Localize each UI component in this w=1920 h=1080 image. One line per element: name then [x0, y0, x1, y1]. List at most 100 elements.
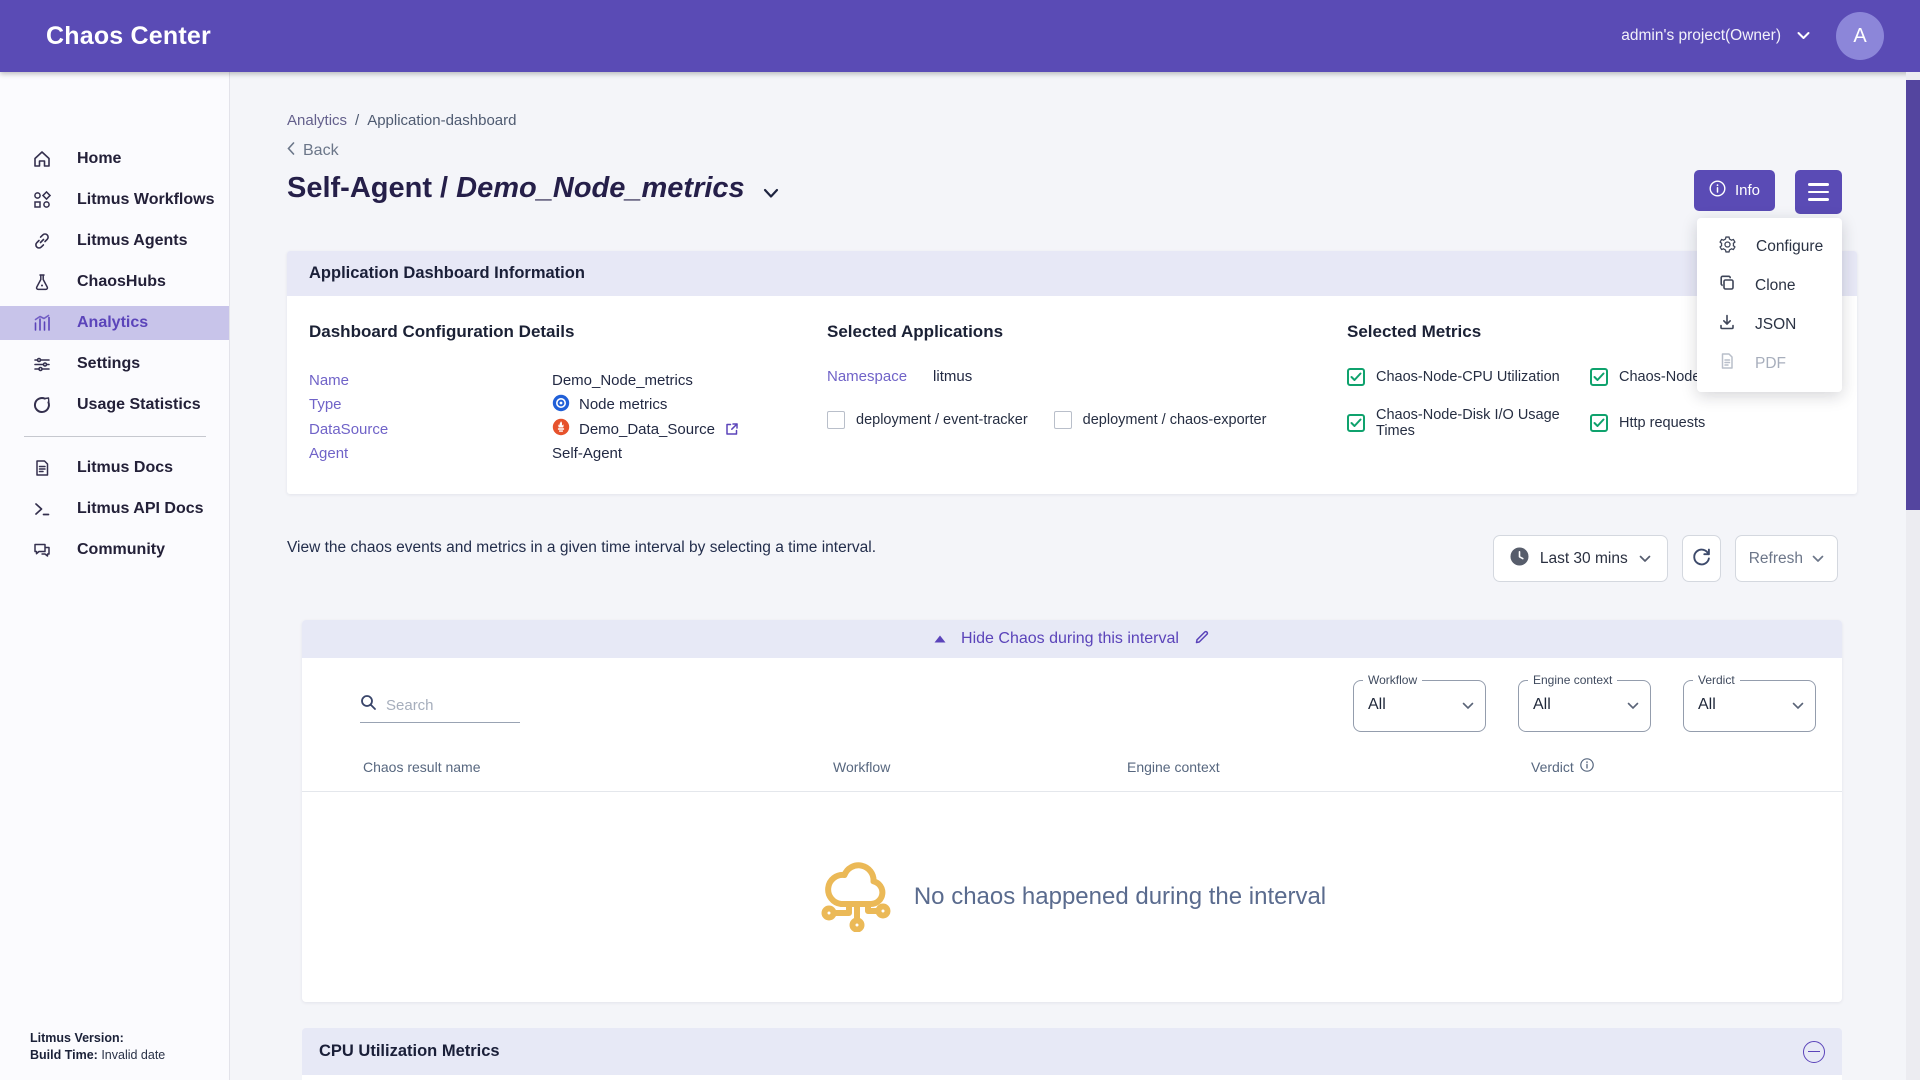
config-value-datasource: Demo_Data_Source: [552, 418, 827, 440]
hide-chaos-toggle[interactable]: Hide Chaos during this interval: [302, 620, 1842, 658]
workflows-icon: [31, 190, 52, 211]
file-icon: [1718, 352, 1736, 375]
breadcrumb-separator: /: [355, 112, 359, 129]
checkbox-metric-cpu-utilization[interactable]: Chaos-Node-CPU Utilization: [1347, 368, 1590, 386]
chevron-down-icon: [1639, 550, 1651, 568]
refresh-icon: [1691, 546, 1712, 572]
sidebar-item-litmus-workflows[interactable]: Litmus Workflows: [0, 183, 229, 217]
collapse-minus-icon[interactable]: [1803, 1041, 1825, 1063]
gear-icon: [1718, 235, 1737, 259]
menu-item-json[interactable]: JSON: [1697, 305, 1842, 344]
info-circle-icon[interactable]: [1580, 758, 1594, 775]
back-button[interactable]: Back: [287, 142, 1857, 160]
sidebar-divider: [24, 436, 206, 437]
page-title: Self-Agent / Demo_Node_metrics: [287, 170, 779, 207]
chaos-table-header: Chaos result name Workflow Engine contex…: [302, 758, 1842, 792]
app-title: Chaos Center: [46, 22, 211, 51]
sidebar-item-usage-statistics[interactable]: Usage Statistics: [0, 388, 229, 422]
sidebar-item-chaoshubs[interactable]: ChaosHubs: [0, 265, 229, 299]
config-column-title: Dashboard Configuration Details: [309, 322, 827, 342]
applications-column-title: Selected Applications: [827, 322, 1347, 342]
checkbox-unchecked-icon: [827, 411, 845, 429]
interval-description: View the chaos events and metrics in a g…: [287, 535, 927, 560]
config-label-agent: Agent: [309, 445, 552, 462]
sidebar-item-litmus-agents[interactable]: Litmus Agents: [0, 224, 229, 258]
column-workflow: Workflow: [833, 758, 1127, 775]
checkbox-checked-icon: [1347, 414, 1365, 432]
main-area: Analytics / Application-dashboard Back S…: [230, 72, 1920, 1080]
config-label-type: Type: [309, 396, 552, 413]
title-dashboard-name: Demo_Node_metrics: [456, 172, 745, 204]
menu-item-pdf[interactable]: PDF: [1697, 344, 1842, 383]
column-engine-context: Engine context: [1127, 758, 1531, 775]
search-input[interactable]: [386, 697, 504, 714]
prometheus-icon: [552, 418, 570, 440]
time-range-dropdown[interactable]: Last 30 mins: [1493, 535, 1668, 582]
refresh-icon-button[interactable]: [1682, 535, 1721, 582]
checkbox-deployment-chaos-exporter[interactable]: deployment / chaos-exporter: [1054, 411, 1267, 429]
caret-up-icon: [934, 630, 946, 648]
clock-icon: [1510, 547, 1529, 571]
pencil-icon[interactable]: [1194, 629, 1210, 650]
usage-statistics-icon: [31, 395, 52, 416]
scrollbar-track[interactable]: [1906, 72, 1920, 1080]
checkbox-metric-http-requests[interactable]: Http requests: [1590, 407, 1835, 439]
column-verdict: Verdict: [1531, 758, 1842, 775]
config-value-name: Demo_Node_metrics: [552, 372, 827, 389]
sidebar-item-home[interactable]: Home: [0, 142, 229, 176]
project-dropdown[interactable]: admin's project(Owner): [1621, 27, 1810, 45]
sidebar-item-analytics[interactable]: Analytics: [0, 306, 229, 340]
home-icon: [31, 149, 52, 170]
title-chevron-down-icon[interactable]: [763, 174, 779, 207]
docs-icon: [31, 458, 52, 479]
cpu-section-title: CPU Utilization Metrics: [319, 1042, 500, 1061]
verdict-filter-select[interactable]: Verdict All: [1683, 680, 1816, 732]
dashboard-configuration-column: Dashboard Configuration Details Name Dem…: [309, 322, 827, 466]
breadcrumb: Analytics / Application-dashboard: [287, 112, 1857, 129]
build-time-value: Invalid date: [101, 1048, 165, 1062]
workflow-filter-select[interactable]: Workflow All: [1353, 680, 1486, 732]
info-button[interactable]: Info: [1694, 170, 1775, 211]
empty-state: No chaos happened during the interval: [302, 792, 1842, 1002]
chaos-cloud-icon: [818, 858, 894, 937]
engine-context-filter-select[interactable]: Engine context All: [1518, 680, 1651, 732]
checkbox-checked-icon: [1590, 414, 1608, 432]
cpu-utilization-section-header: CPU Utilization Metrics: [302, 1028, 1842, 1075]
column-chaos-result-name: Chaos result name: [363, 758, 833, 775]
menu-item-clone[interactable]: Clone: [1697, 266, 1842, 305]
sidebar: Home Litmus Workflows Litmus Agents Chao…: [0, 72, 230, 1080]
sidebar-footer: Litmus Version: Build Time: Invalid date: [30, 1030, 165, 1064]
external-link-icon[interactable]: [724, 421, 740, 437]
sidebar-item-settings[interactable]: Settings: [0, 347, 229, 381]
checkbox-unchecked-icon: [1054, 411, 1072, 429]
sidebar-item-litmus-api-docs[interactable]: Litmus API Docs: [0, 492, 229, 526]
config-value-agent: Self-Agent: [552, 445, 827, 462]
refresh-dropdown[interactable]: Refresh: [1735, 535, 1838, 582]
dashboard-menu-button[interactable]: [1795, 170, 1842, 214]
checkbox-checked-icon: [1590, 368, 1608, 386]
api-docs-icon: [31, 499, 52, 520]
avatar[interactable]: A: [1836, 12, 1884, 60]
title-agent: Self-Agent /: [287, 172, 456, 204]
panel-title: Application Dashboard Information: [287, 251, 1857, 296]
dashboard-menu-dropdown: Configure Clone JSON PDF: [1697, 218, 1842, 392]
checkbox-metric-disk-io-times[interactable]: Chaos-Node-Disk I/O Usage Times: [1347, 407, 1590, 439]
agents-icon: [31, 231, 52, 252]
sidebar-item-litmus-docs[interactable]: Litmus Docs: [0, 451, 229, 485]
clone-icon: [1718, 274, 1736, 297]
top-header: Chaos Center admin's project(Owner) A: [0, 0, 1920, 72]
settings-icon: [31, 354, 52, 375]
chaos-interval-card: Hide Chaos during this interval Workflow…: [302, 620, 1842, 1002]
sidebar-item-community[interactable]: Community: [0, 533, 229, 567]
application-dashboard-information-panel: Application Dashboard Information Dashbo…: [287, 251, 1857, 494]
cpu-utilization-section-body: [302, 1075, 1842, 1080]
scrollbar-thumb[interactable]: [1906, 80, 1920, 510]
breadcrumb-current: Application-dashboard: [367, 112, 516, 129]
namespace-value: litmus: [933, 368, 972, 385]
search-field: [360, 694, 520, 723]
breadcrumb-analytics-link[interactable]: Analytics: [287, 112, 347, 129]
checkbox-deployment-event-tracker[interactable]: deployment / event-tracker: [827, 411, 1028, 429]
menu-item-configure[interactable]: Configure: [1697, 227, 1842, 266]
chevron-down-icon: [1797, 27, 1810, 45]
chevron-down-icon: [1812, 550, 1824, 568]
